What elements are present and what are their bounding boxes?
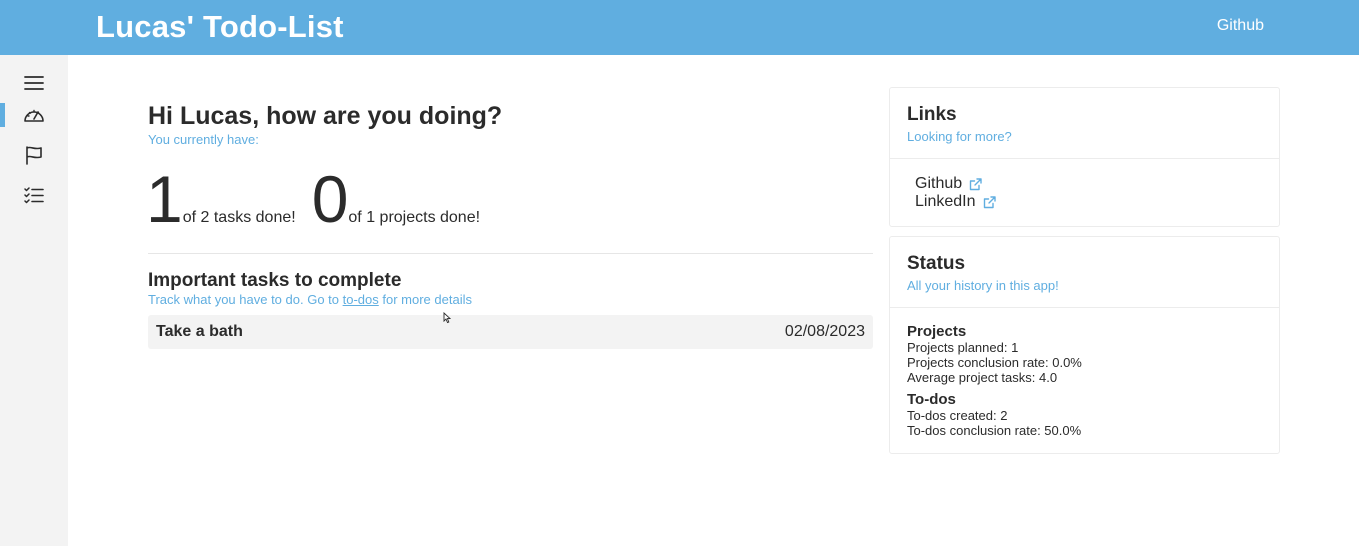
linkedin-link[interactable]: LinkedIn	[915, 193, 1254, 211]
app-title: Lucas' Todo-List	[96, 9, 344, 44]
sidebar-active-indicator	[0, 103, 5, 127]
important-tasks-heading: Important tasks to complete	[148, 270, 402, 291]
section-divider	[148, 253, 873, 254]
sidebar-item-todos[interactable]	[20, 181, 48, 209]
status-card-title: Status	[907, 253, 966, 274]
tasks-done-count: 1	[146, 162, 183, 236]
sidebar-item-projects[interactable]	[20, 141, 48, 169]
github-nav-link[interactable]: Github	[1217, 17, 1264, 35]
projects-section-title: Projects	[907, 323, 967, 340]
checklist-icon	[24, 187, 44, 204]
external-link-icon	[983, 195, 996, 208]
projects-conclusion-rate: Projects conclusion rate: 0.0%	[907, 355, 1082, 370]
average-project-tasks: Average project tasks: 4.0	[907, 370, 1058, 385]
projects-done-count: 0	[311, 162, 349, 236]
dashboard-icon	[24, 109, 44, 122]
mouse-cursor-icon	[443, 312, 451, 324]
greeting-heading: Hi Lucas, how are you doing?	[148, 102, 503, 130]
sidebar-item-dashboard[interactable]	[20, 101, 48, 129]
github-link[interactable]: Github	[915, 175, 1254, 193]
external-link-icon	[969, 177, 982, 190]
important-tasks-subtitle: Track what you have to do. Go to to-dos …	[148, 292, 472, 307]
todos-created: To-dos created: 2	[907, 408, 1008, 423]
status-card: Status All your history in this app! Pro…	[889, 236, 1280, 454]
todos-link[interactable]: to-dos	[343, 292, 379, 307]
flag-icon	[26, 146, 42, 165]
menu-icon	[24, 76, 44, 90]
summary-subtitle: You currently have:	[148, 132, 259, 147]
links-card-subtitle: Looking for more?	[907, 129, 1012, 144]
status-card-subtitle: All your history in this app!	[907, 278, 1059, 293]
projects-planned: Projects planned: 1	[907, 340, 1019, 355]
sidebar	[0, 55, 68, 546]
todos-conclusion-rate: To-dos conclusion rate: 50.0%	[907, 423, 1082, 438]
todos-section-title: To-dos	[907, 391, 956, 408]
task-date: 02/08/2023	[784, 323, 865, 340]
menu-button[interactable]	[20, 69, 48, 97]
tasks-done-text: of 2 tasks done!	[182, 209, 296, 226]
links-card: Links Looking for more? Github LinkedIn	[889, 87, 1280, 227]
task-name: Take a bath	[156, 323, 243, 340]
links-card-title: Links	[907, 104, 957, 125]
projects-done-text: of 1 projects done!	[348, 209, 481, 226]
progress-summary: 1 of 2 tasks done! 0 of 1 projects done!	[146, 164, 480, 234]
task-row[interactable]: Take a bath 02/08/2023	[148, 315, 873, 349]
top-bar: Lucas' Todo-List Github	[0, 0, 1359, 55]
